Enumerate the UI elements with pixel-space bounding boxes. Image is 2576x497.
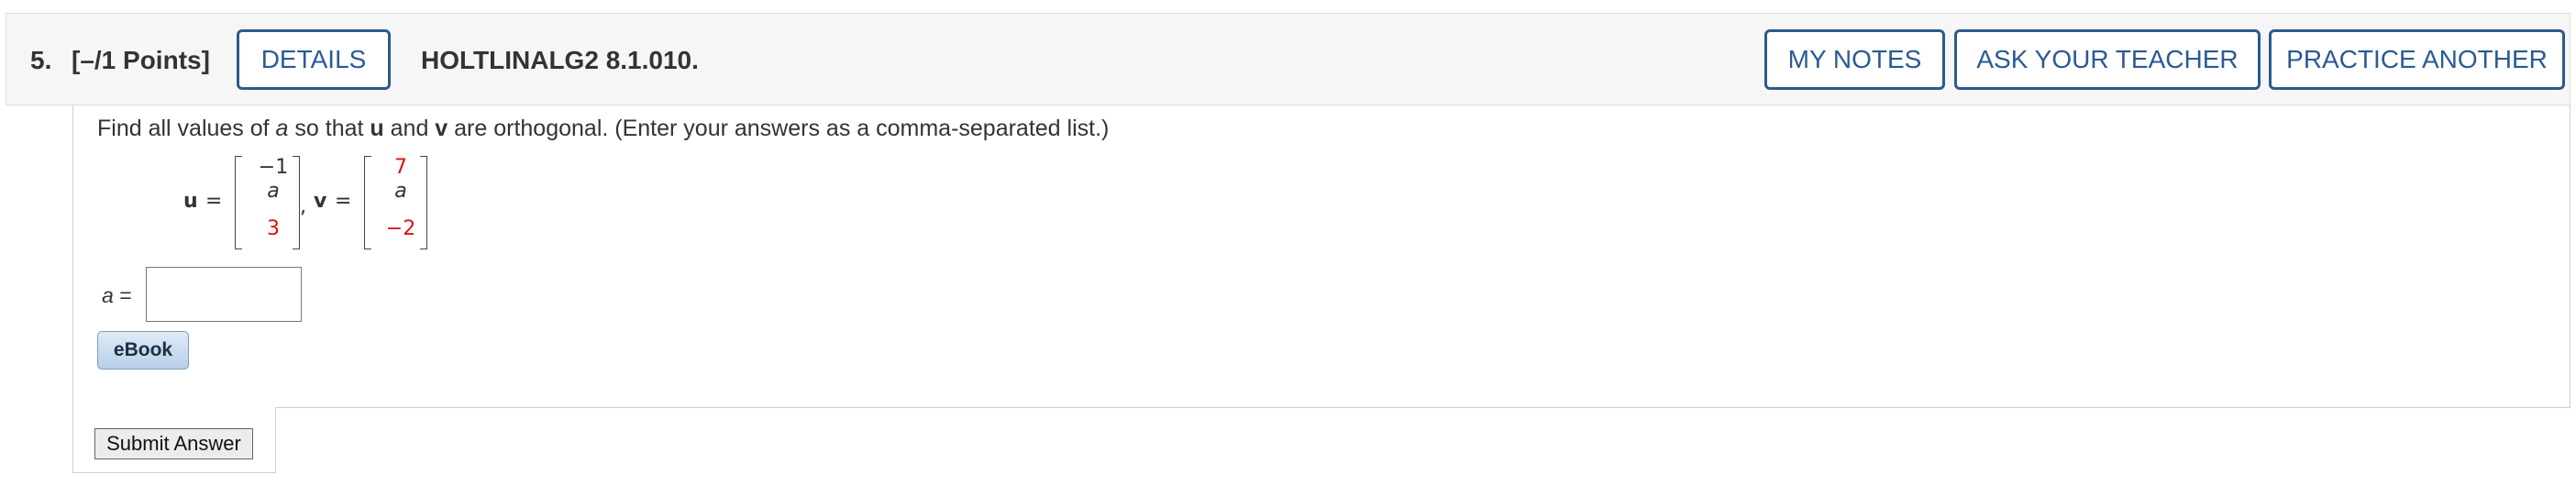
v-entry-2: a [394,180,407,203]
submit-answer-button[interactable]: Submit Answer [94,428,253,459]
ebook-button[interactable]: eBook [97,331,189,370]
prompt-text: Find all values of [97,116,276,141]
prompt-text: so that [288,116,370,141]
points-label: [–/1 Points] [72,46,210,74]
answer-var: a [102,283,114,307]
details-button[interactable]: DETAILS [237,29,391,90]
tab-joint [73,403,275,411]
prompt-vec-v: v [435,116,448,141]
answer-equals: = [119,283,132,307]
question-code: HOLTLINALG2 8.1.010. [421,46,699,74]
u-equals: = [205,190,223,213]
prompt-vec-u: u [370,116,384,141]
vector-comma: , [300,195,306,218]
u-right-bracket [293,156,300,249]
prompt-text: are orthogonal. (Enter your answers as a… [448,116,1110,141]
question-number: 5. [30,46,52,74]
prompt-text: and [383,116,436,141]
v-entry-1: 7 [394,156,407,179]
v-right-bracket [420,156,427,249]
answer-input[interactable] [146,267,302,322]
question-header: 5. [–/1 Points] DETAILS HOLTLINALG2 8.1.… [6,13,2570,105]
my-notes-button[interactable]: MY NOTES [1764,29,1945,90]
v-left-bracket [364,156,371,249]
ask-your-teacher-button[interactable]: ASK YOUR TEACHER [1954,29,2261,90]
answer-label: a = [102,283,132,308]
question-prompt: Find all values of a so that u and v are… [97,116,1109,142]
u-left-bracket [235,156,242,249]
prompt-var-a: a [275,116,289,141]
v-equals: = [335,190,352,213]
u-entry-1: −1 [258,156,289,179]
v-entry-3: −2 [385,217,416,240]
vector-v-label: v [314,190,327,213]
u-entry-3: 3 [267,217,280,240]
practice-another-button[interactable]: PRACTICE ANOTHER [2269,29,2565,90]
u-entry-2: a [267,180,280,203]
question-panel [72,105,2570,408]
vector-u-label: u [183,190,198,213]
